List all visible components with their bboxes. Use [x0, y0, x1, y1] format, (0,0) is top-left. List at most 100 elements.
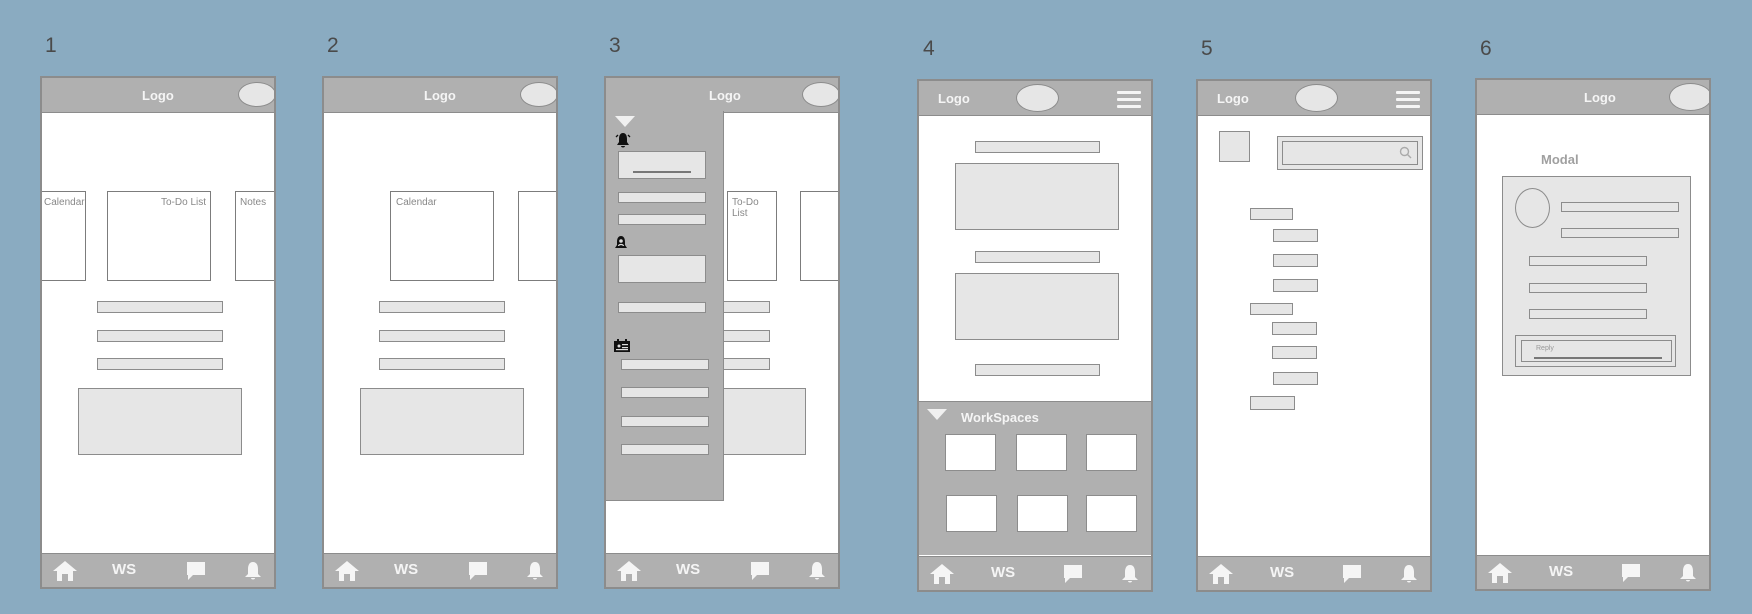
home-icon[interactable]: [929, 563, 955, 585]
reply-label: Reply: [1536, 345, 1554, 352]
tree-node[interactable]: [1250, 303, 1293, 315]
workspace-tile[interactable]: [1086, 495, 1137, 532]
chat-icon[interactable]: [1620, 562, 1642, 584]
workspaces-nav[interactable]: WS: [112, 561, 136, 583]
home-icon[interactable]: [52, 560, 78, 582]
list-item[interactable]: [379, 330, 505, 342]
workspace-tile[interactable]: [1086, 434, 1137, 471]
frame-number: 2: [327, 34, 339, 57]
list-item[interactable]: [618, 214, 706, 225]
logo[interactable]: Logo: [1584, 90, 1616, 105]
section-heading: [975, 141, 1100, 153]
list-item[interactable]: [618, 192, 706, 203]
calendar-card[interactable]: Calendar: [390, 191, 494, 281]
tree-node[interactable]: [1250, 208, 1293, 220]
home-icon[interactable]: [616, 560, 642, 582]
tree-leaf[interactable]: [1273, 279, 1318, 292]
list-item[interactable]: [97, 330, 223, 342]
workspace-tile[interactable]: [1017, 495, 1068, 532]
home-icon[interactable]: [1208, 563, 1234, 585]
list-item[interactable]: [618, 302, 706, 313]
collapse-icon[interactable]: [927, 409, 947, 420]
list-item[interactable]: [97, 358, 223, 370]
home-icon[interactable]: [334, 560, 360, 582]
notification-card[interactable]: [618, 255, 706, 283]
todo-card-partial[interactable]: [518, 191, 556, 281]
chat-icon[interactable]: [1062, 563, 1084, 585]
thumbnail[interactable]: [1219, 131, 1250, 162]
notification-card[interactable]: [618, 151, 706, 179]
logo[interactable]: Logo: [142, 88, 174, 103]
avatar[interactable]: [1295, 84, 1338, 112]
bell-icon[interactable]: [526, 560, 544, 582]
list-item[interactable]: [621, 416, 709, 427]
menu-icon[interactable]: [1396, 91, 1420, 109]
tree-leaf[interactable]: [1272, 346, 1317, 359]
avatar[interactable]: [802, 82, 838, 107]
list-item[interactable]: [621, 387, 709, 398]
avatar[interactable]: [1515, 188, 1550, 228]
logo[interactable]: Logo: [424, 88, 456, 103]
content-block[interactable]: [955, 163, 1119, 230]
workspace-tile[interactable]: [945, 434, 996, 471]
chat-icon[interactable]: [185, 560, 207, 582]
collapse-icon[interactable]: [615, 116, 635, 127]
bell-icon[interactable]: [244, 560, 262, 582]
workspace-tile[interactable]: [946, 495, 997, 532]
workspaces-panel: WorkSpaces: [919, 401, 1151, 555]
bell-icon[interactable]: [1121, 563, 1139, 585]
frame-number: 3: [609, 34, 621, 57]
list-item[interactable]: [379, 301, 505, 313]
content-block[interactable]: [955, 273, 1119, 340]
workspaces-nav[interactable]: WS: [1549, 563, 1573, 585]
search-icon[interactable]: [1399, 146, 1412, 159]
workspace-tile[interactable]: [1016, 434, 1067, 471]
bell-icon[interactable]: [1679, 562, 1697, 584]
bell-icon[interactable]: [808, 560, 826, 582]
bell-icon[interactable]: [1400, 563, 1418, 585]
home-icon[interactable]: [1487, 562, 1513, 584]
avatar[interactable]: [520, 82, 556, 107]
logo[interactable]: Logo: [1217, 91, 1249, 106]
chat-icon[interactable]: [1341, 563, 1363, 585]
content-block[interactable]: [360, 388, 524, 455]
text-line: [1529, 256, 1647, 266]
logo[interactable]: Logo: [938, 91, 970, 106]
chat-icon[interactable]: [467, 560, 489, 582]
todo-card[interactable]: To-Do List: [727, 191, 777, 281]
modal-dialog: Reply: [1502, 176, 1691, 376]
tree-leaf[interactable]: [1273, 254, 1318, 267]
search-box[interactable]: [1277, 136, 1423, 170]
notes-card[interactable]: Notes: [235, 191, 274, 281]
avatar[interactable]: [1016, 84, 1059, 112]
bottom-nav: WS: [606, 553, 838, 587]
content-block[interactable]: [78, 388, 242, 455]
search-input[interactable]: [1282, 141, 1418, 165]
todo-card[interactable]: To-Do List: [107, 191, 211, 281]
workspaces-nav[interactable]: WS: [1270, 564, 1294, 586]
workspaces-nav[interactable]: WS: [991, 564, 1015, 586]
top-bar: Logo: [1198, 81, 1430, 116]
calendar-card[interactable]: Calendar: [42, 191, 86, 281]
frame-4-phone: Logo WorkSpaces WS: [917, 79, 1153, 592]
tree-leaf[interactable]: [1272, 322, 1317, 335]
list-item[interactable]: [97, 301, 223, 313]
chat-icon[interactable]: [749, 560, 771, 582]
reply-text-line: [1534, 357, 1662, 359]
workspaces-nav[interactable]: WS: [394, 561, 418, 583]
bottom-nav: WS: [1198, 556, 1430, 590]
avatar[interactable]: [238, 82, 274, 107]
workspaces-nav[interactable]: WS: [676, 561, 700, 583]
list-item[interactable]: [621, 444, 709, 455]
logo[interactable]: Logo: [709, 88, 741, 103]
reply-input[interactable]: Reply: [1521, 340, 1672, 362]
menu-icon[interactable]: [1117, 91, 1141, 109]
tree-node[interactable]: [1250, 396, 1295, 410]
notes-card-partial[interactable]: [800, 191, 838, 281]
list-item[interactable]: [379, 358, 505, 370]
tree-leaf[interactable]: [1273, 372, 1318, 385]
avatar[interactable]: [1669, 83, 1709, 111]
list-item[interactable]: [621, 359, 709, 370]
frame-2-phone: Logo Calendar WS: [322, 76, 558, 589]
tree-leaf[interactable]: [1273, 229, 1318, 242]
